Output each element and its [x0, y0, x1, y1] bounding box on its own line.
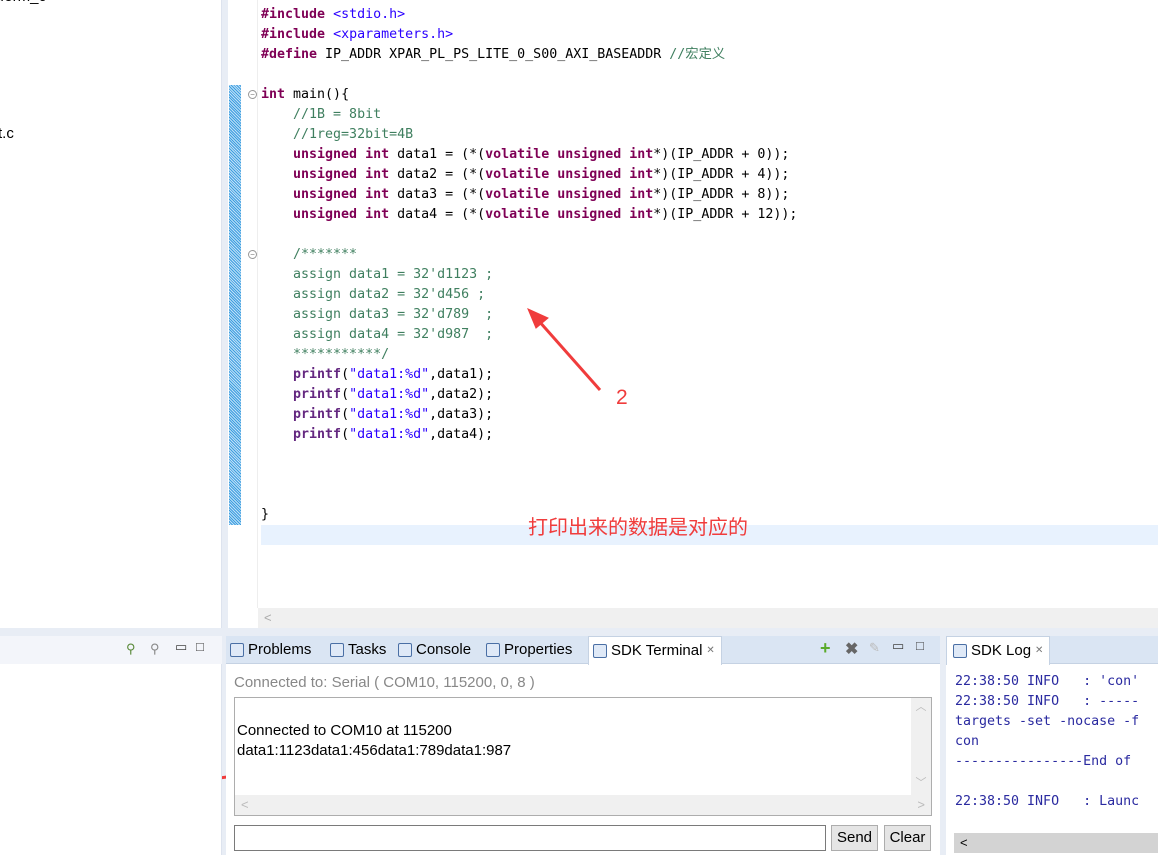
tab-problems[interactable]: Problems: [230, 636, 311, 664]
log-line: 22:38:50 INFO : Launc: [955, 794, 1140, 809]
outline-panel-toolbar: ⚲ ⚲ ▭ □: [0, 636, 222, 664]
tab-label: Properties: [504, 641, 573, 658]
annotation-note: 打印出来的数据是对应的: [528, 517, 748, 539]
terminal-line: data1:1123data1:456data1:789data1:987: [237, 742, 512, 759]
terminal-output[interactable]: Connected to COM10 at 115200 data1:1123d…: [234, 697, 932, 816]
log-horizontal-scrollbar[interactable]: <: [954, 833, 1158, 853]
properties-icon: [486, 643, 500, 657]
link-icon[interactable]: ⚲: [126, 641, 136, 657]
terminal-horizontal-scrollbar[interactable]: < >: [235, 795, 931, 815]
connection-status: Connected to: Serial ( COM10, 115200, 0,…: [234, 674, 535, 691]
maximize-icon[interactable]: □: [196, 639, 204, 654]
minimize-icon[interactable]: ▭: [892, 638, 904, 654]
tab-properties[interactable]: Properties: [486, 636, 572, 664]
tab-label: SDK Log: [971, 642, 1032, 659]
terminal-icon: [593, 644, 607, 658]
tab-label: SDK Terminal: [611, 642, 703, 659]
tab-label: Console: [416, 641, 472, 658]
close-tab-icon[interactable]: ✕: [1035, 637, 1043, 665]
log-line: ----------------End of: [955, 754, 1132, 769]
minimize-icon[interactable]: ▭: [175, 639, 187, 655]
bottom-tab-bar: Problems Tasks Console Properties SDK Te…: [226, 636, 940, 665]
terminal-input[interactable]: [234, 825, 826, 851]
outline-panel: ⚲ ⚲ ▭ □: [0, 636, 222, 855]
log-tab-bar: SDK Log ✕: [946, 636, 1158, 665]
send-button[interactable]: Send: [831, 825, 878, 851]
terminal-line: Connected to COM10 at 115200: [237, 722, 452, 739]
filter-icon[interactable]: ⚲: [150, 641, 160, 657]
log-line: targets -set -nocase -f: [955, 714, 1140, 729]
log-icon: [953, 644, 967, 658]
clear-button[interactable]: Clear: [884, 825, 931, 851]
tab-sdk-log[interactable]: SDK Log ✕: [946, 636, 1051, 665]
terminal-vertical-scrollbar[interactable]: ︿ ﹀: [911, 698, 931, 795]
clear-terminal-icon[interactable]: ✎: [869, 640, 880, 656]
log-line: 22:38:50 INFO : -----: [955, 694, 1140, 709]
tab-tasks[interactable]: Tasks: [330, 636, 386, 664]
log-line: 22:38:50 INFO : 'con': [955, 674, 1140, 689]
annotation-label-2: 2: [616, 386, 628, 409]
arrow-2: [527, 308, 602, 391]
maximize-icon[interactable]: □: [916, 638, 924, 653]
tab-label: Problems: [248, 641, 312, 658]
close-tab-icon[interactable]: ✕: [706, 637, 714, 665]
tab-label: Tasks: [348, 641, 387, 658]
tasks-icon: [330, 643, 344, 657]
new-terminal-icon[interactable]: +: [820, 638, 831, 659]
console-icon: [398, 643, 412, 657]
tab-console[interactable]: Console: [398, 636, 471, 664]
problems-icon: [230, 643, 244, 657]
disconnect-icon[interactable]: ✖: [845, 639, 858, 659]
log-line: con: [955, 734, 980, 749]
tab-sdk-terminal[interactable]: SDK Terminal ✕: [588, 636, 722, 665]
terminal-panel: Problems Tasks Console Properties SDK Te…: [226, 636, 940, 855]
